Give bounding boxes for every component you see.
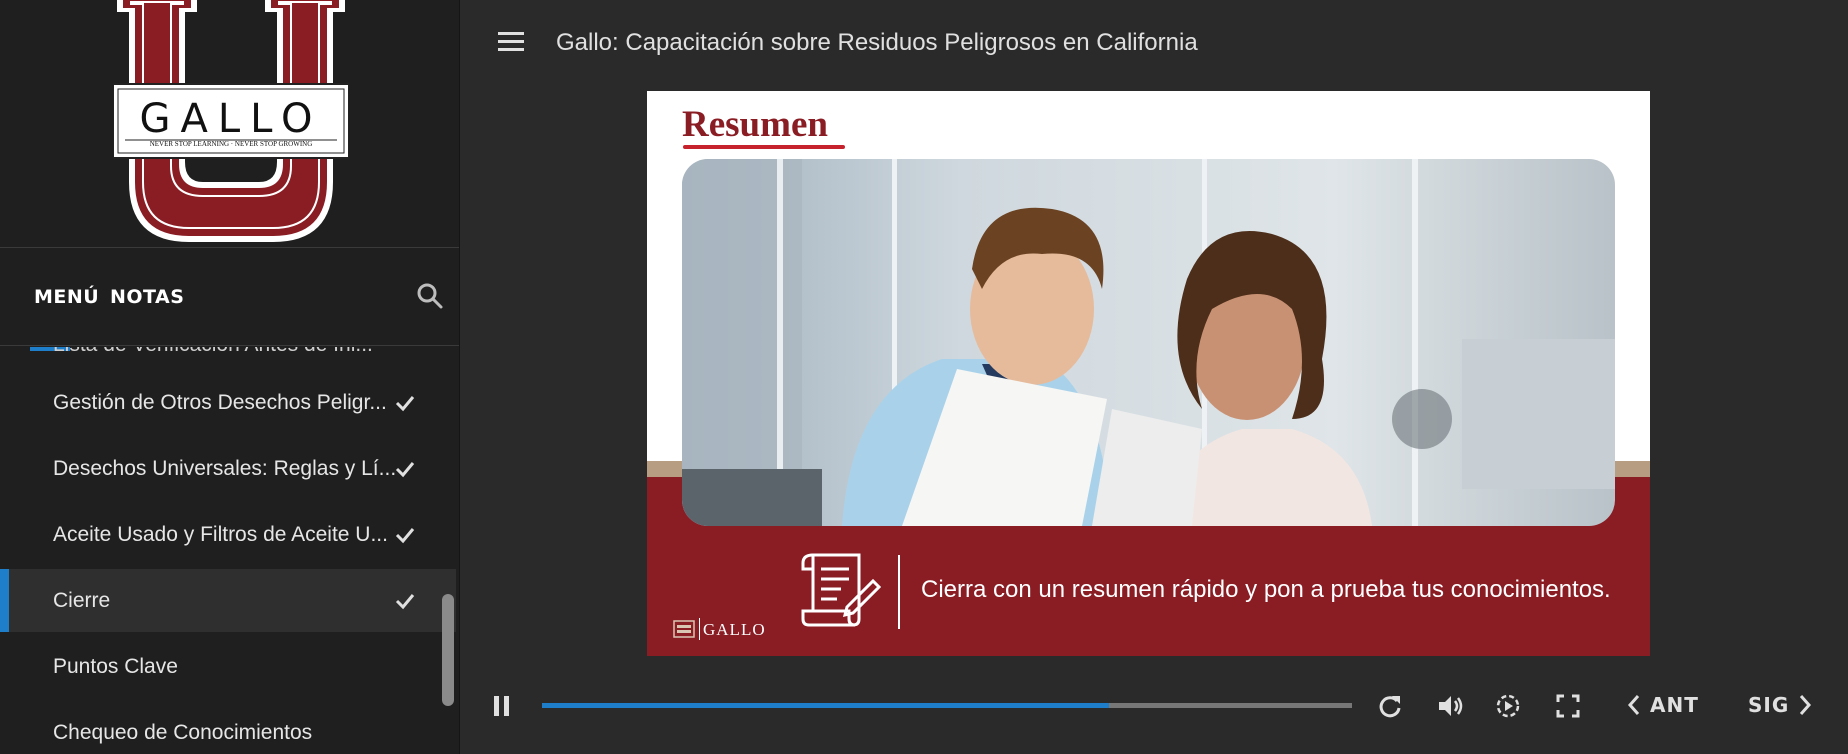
prev-button-label: ANT [1650,693,1699,717]
logo-tagline: NEVER STOP LEARNING · NEVER STOP GROWING [149,140,313,148]
title-underline [683,145,845,149]
pause-icon[interactable] [494,696,510,716]
lesson-item-partial[interactable]: Lista de Verificación Antes de Ini... [53,347,373,357]
sidebar: GALLO NEVER STOP LEARNING · NEVER STOP G… [0,0,460,754]
progress-fill [542,703,1109,708]
lesson-item-label: Gestión de Otros Desechos Peligr... [53,390,387,414]
slide-caption: Cierra con un resumen rápido y pon a pru… [921,576,1611,603]
progress-bar[interactable] [542,703,1352,708]
lesson-item-label: Desechos Universales: Reglas y Lí... [53,456,397,480]
slide-title: Resumen [682,104,828,145]
sidebar-tabs: MENÚ NOTAS [0,248,459,346]
lesson-item-label: Chequeo de Conocimientos [53,720,313,744]
check-icon [395,395,415,411]
lesson-item-label: Puntos Clave [53,654,178,678]
lesson-item[interactable]: Desechos Universales: Reglas y Lí... [0,437,456,500]
document-icon [801,553,881,627]
lesson-item-label: Aceite Usado y Filtros de Aceite U... [53,522,388,546]
lesson-item[interactable]: Gestión de Otros Desechos Peligr... [0,371,456,434]
slide-brand-text: GALLO [703,620,766,639]
tab-menu[interactable]: MENÚ [34,286,99,308]
chevron-right-icon [1800,695,1812,715]
tab-notes[interactable]: NOTAS [110,286,184,308]
hamburger-icon[interactable] [498,32,524,52]
lesson-item[interactable]: Aceite Usado y Filtros de Aceite U... [0,503,456,566]
sidebar-scrollbar[interactable] [442,594,454,706]
logo-area: GALLO NEVER STOP LEARNING · NEVER STOP G… [0,0,459,248]
slide: Resumen Cierra con un resumen rápido y p… [647,91,1650,656]
check-icon [395,593,415,609]
playback-speed-icon[interactable] [1494,692,1522,720]
next-button[interactable]: SIG [1748,693,1813,717]
prev-button[interactable]: ANT [1626,693,1699,717]
chevron-left-icon [1627,695,1640,715]
brand-separator [699,618,700,640]
gallo-mark-icon [673,620,695,638]
office-photo [682,159,1615,526]
check-icon [395,461,415,477]
next-button-label: SIG [1748,693,1790,717]
lesson-item-label: Cierre [53,588,111,612]
lesson-item-active[interactable]: Cierre [0,569,456,632]
logo-text: GALLO [139,96,323,142]
course-title: Gallo: Capacitación sobre Residuos Pelig… [556,29,1198,56]
fullscreen-icon[interactable] [1554,692,1582,720]
replay-icon[interactable] [1376,692,1404,720]
lesson-list: Lista de Verificación Antes de Ini... Ge… [0,347,459,754]
volume-icon[interactable] [1436,692,1464,720]
active-indicator [0,569,9,632]
lesson-item[interactable]: Chequeo de Conocimientos [0,701,456,754]
search-icon[interactable] [416,282,444,310]
check-icon [395,527,415,543]
lesson-item[interactable]: Puntos Clave [0,635,456,698]
caption-divider [898,555,900,629]
